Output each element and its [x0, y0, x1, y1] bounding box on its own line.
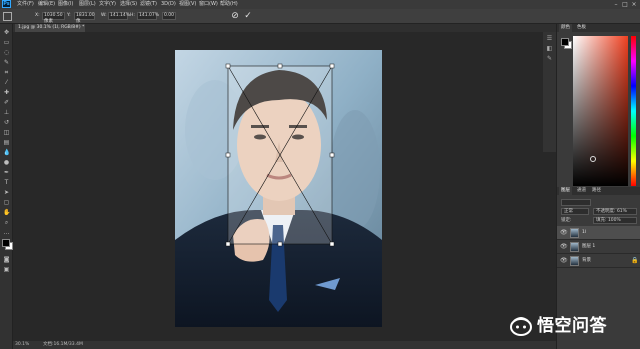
lock-icon[interactable]: 🔒 [631, 257, 638, 264]
y-position-input[interactable]: 1831.00 像 [74, 12, 95, 24]
layer-thumbnail [570, 242, 579, 252]
menu-select[interactable]: 选择(S) [120, 0, 137, 9]
visibility-eye-icon[interactable]: 👁 [560, 229, 568, 236]
color-picker-cursor[interactable] [590, 156, 596, 162]
tools-panel: ✥ ▭ ◌ ✎ ⌗ ⁄ ✚ ✐ ⊥ ↺ ◫ ▤ 💧 ● ✒ T ➤ ▢ ✋ ⌕ … [0, 24, 13, 349]
maximize-icon[interactable]: □ [621, 1, 629, 8]
history-panel-icon[interactable]: ☰ [546, 35, 553, 42]
y-label: Y: [67, 13, 71, 18]
commit-transform-icon[interactable]: ✓ [243, 11, 253, 21]
menu-layer[interactable]: 图层(L) [79, 0, 96, 9]
more-tools-icon[interactable]: … [3, 229, 10, 236]
properties-panel-icon[interactable]: ◧ [546, 45, 553, 52]
portrait-photo [175, 50, 382, 327]
collapsed-panels-strip: ☰ ◧ ✎ [543, 32, 556, 152]
blur-tool-icon[interactable]: 💧 [3, 149, 10, 156]
menu-filter[interactable]: 滤镜(T) [140, 0, 157, 9]
hand-tool-icon[interactable]: ✋ [3, 209, 10, 216]
x-position-input[interactable]: 1030.50 像素 [42, 12, 65, 24]
tab-color[interactable]: 颜色 [559, 24, 572, 32]
layer-kind-filter[interactable] [561, 199, 591, 206]
fill-field[interactable]: 填充: 100% [593, 217, 637, 224]
quick-mask-icon[interactable]: ◙ [3, 256, 10, 263]
menu-file[interactable]: 文件(F) [17, 0, 34, 9]
document-tab-bar: 1.jpg @ 30.1% (1l, RGB/8#) * [13, 24, 556, 32]
marquee-tool-icon[interactable]: ▭ [3, 39, 10, 46]
tab-paths[interactable]: 路径 [592, 187, 601, 195]
eyedropper-tool-icon[interactable]: ⁄ [3, 79, 10, 86]
layer-name: 背景 [582, 258, 591, 263]
close-icon[interactable]: × [630, 1, 638, 8]
menu-window[interactable]: 窗口(W) [199, 0, 218, 9]
move-tool-icon[interactable]: ✥ [3, 29, 10, 36]
visibility-eye-icon[interactable]: 👁 [560, 257, 568, 264]
menu-3d[interactable]: 3D(D) [161, 0, 176, 9]
layer-name: 图层 1 [582, 244, 596, 249]
document-tab[interactable]: 1.jpg @ 30.1% (1l, RGB/8#) * [15, 24, 85, 32]
layers-panel-tabs: 图层 通道 路径 [557, 187, 640, 195]
layer-row[interactable]: 👁 1l [557, 226, 640, 240]
right-panel-dock: 颜色 色板 图层 通道 路径 正常 不透明度: 61% 锁定: 填充: 100%… [556, 24, 640, 349]
transform-tool-icon[interactable] [3, 12, 12, 21]
w-label: W: [101, 13, 107, 18]
layer-thumbnail [570, 256, 579, 266]
layer-row[interactable]: 👁 背景 🔒 [557, 254, 640, 268]
color-picker-field[interactable] [573, 36, 628, 186]
cancel-transform-icon[interactable]: ⊘ [230, 11, 240, 21]
shape-tool-icon[interactable]: ▢ [3, 199, 10, 206]
layer-name: 1l [582, 230, 587, 235]
width-scale-input[interactable]: 141.14% [108, 12, 130, 20]
layer-thumbnail [570, 228, 579, 238]
x-label: X: [35, 13, 40, 18]
tab-layers[interactable]: 图层 [559, 187, 572, 195]
lasso-tool-icon[interactable]: ◌ [3, 49, 10, 56]
zoom-tool-icon[interactable]: ⌕ [3, 219, 10, 226]
status-bar: 30.1% 文档:16.1M/33.4M [13, 341, 556, 349]
gradient-tool-icon[interactable]: ▤ [3, 139, 10, 146]
minimize-icon[interactable]: – [612, 1, 620, 8]
opacity-field[interactable]: 不透明度: 61% [593, 208, 637, 215]
document-canvas-image[interactable] [175, 50, 382, 327]
blend-mode-select[interactable]: 正常 [561, 208, 589, 215]
pen-tool-icon[interactable]: ✒ [3, 169, 10, 176]
tab-channels[interactable]: 通道 [577, 187, 586, 195]
document-size-info: 文档:16.1M/33.4M [43, 342, 83, 347]
height-scale-input[interactable]: 141.07% [137, 12, 159, 20]
layer-row[interactable]: 👁 图层 1 [557, 240, 640, 254]
panel-foreground-swatch[interactable] [561, 38, 569, 46]
zoom-level[interactable]: 30.1% [15, 341, 29, 349]
menu-view[interactable]: 视图(V) [179, 0, 196, 9]
menu-type[interactable]: 文字(Y) [99, 0, 116, 9]
screen-mode-icon[interactable]: ▣ [3, 266, 10, 273]
hue-slider[interactable] [631, 36, 636, 186]
brush-tool-icon[interactable]: ✐ [3, 99, 10, 106]
foreground-color-swatch[interactable] [2, 239, 10, 247]
crop-tool-icon[interactable]: ⌗ [3, 69, 10, 76]
type-tool-icon[interactable]: T [3, 179, 10, 186]
menu-edit[interactable]: 编辑(E) [38, 0, 55, 9]
wukong-logo-icon [510, 317, 532, 336]
healing-brush-tool-icon[interactable]: ✚ [3, 89, 10, 96]
eraser-tool-icon[interactable]: ◫ [3, 129, 10, 136]
history-brush-tool-icon[interactable]: ↺ [3, 119, 10, 126]
menu-image[interactable]: 图像(I) [58, 0, 73, 9]
watermark-text: 悟空问答 [537, 316, 607, 336]
tab-swatches[interactable]: 色板 [575, 24, 588, 32]
color-panel-tabs: 颜色 色板 [557, 24, 640, 32]
menu-bar: Ps 文件(F) 编辑(E) 图像(I) 图层(L) 文字(Y) 选择(S) 滤… [0, 0, 640, 9]
h-label: H: [130, 13, 135, 18]
dodge-tool-icon[interactable]: ● [3, 159, 10, 166]
visibility-eye-icon[interactable]: 👁 [560, 243, 568, 250]
photoshop-logo-icon: Ps [2, 0, 11, 8]
clone-stamp-tool-icon[interactable]: ⊥ [3, 109, 10, 116]
quick-select-tool-icon[interactable]: ✎ [3, 59, 10, 66]
lock-label: 锁定: [561, 218, 572, 223]
menu-help[interactable]: 帮助(H) [220, 0, 238, 9]
rotation-angle-input[interactable]: 0.00 [162, 12, 176, 20]
options-bar: X: 1030.50 像素 Y: 1831.00 像 W: 141.14% H:… [0, 9, 640, 24]
path-select-tool-icon[interactable]: ➤ [3, 189, 10, 196]
brush-panel-icon[interactable]: ✎ [546, 55, 553, 62]
